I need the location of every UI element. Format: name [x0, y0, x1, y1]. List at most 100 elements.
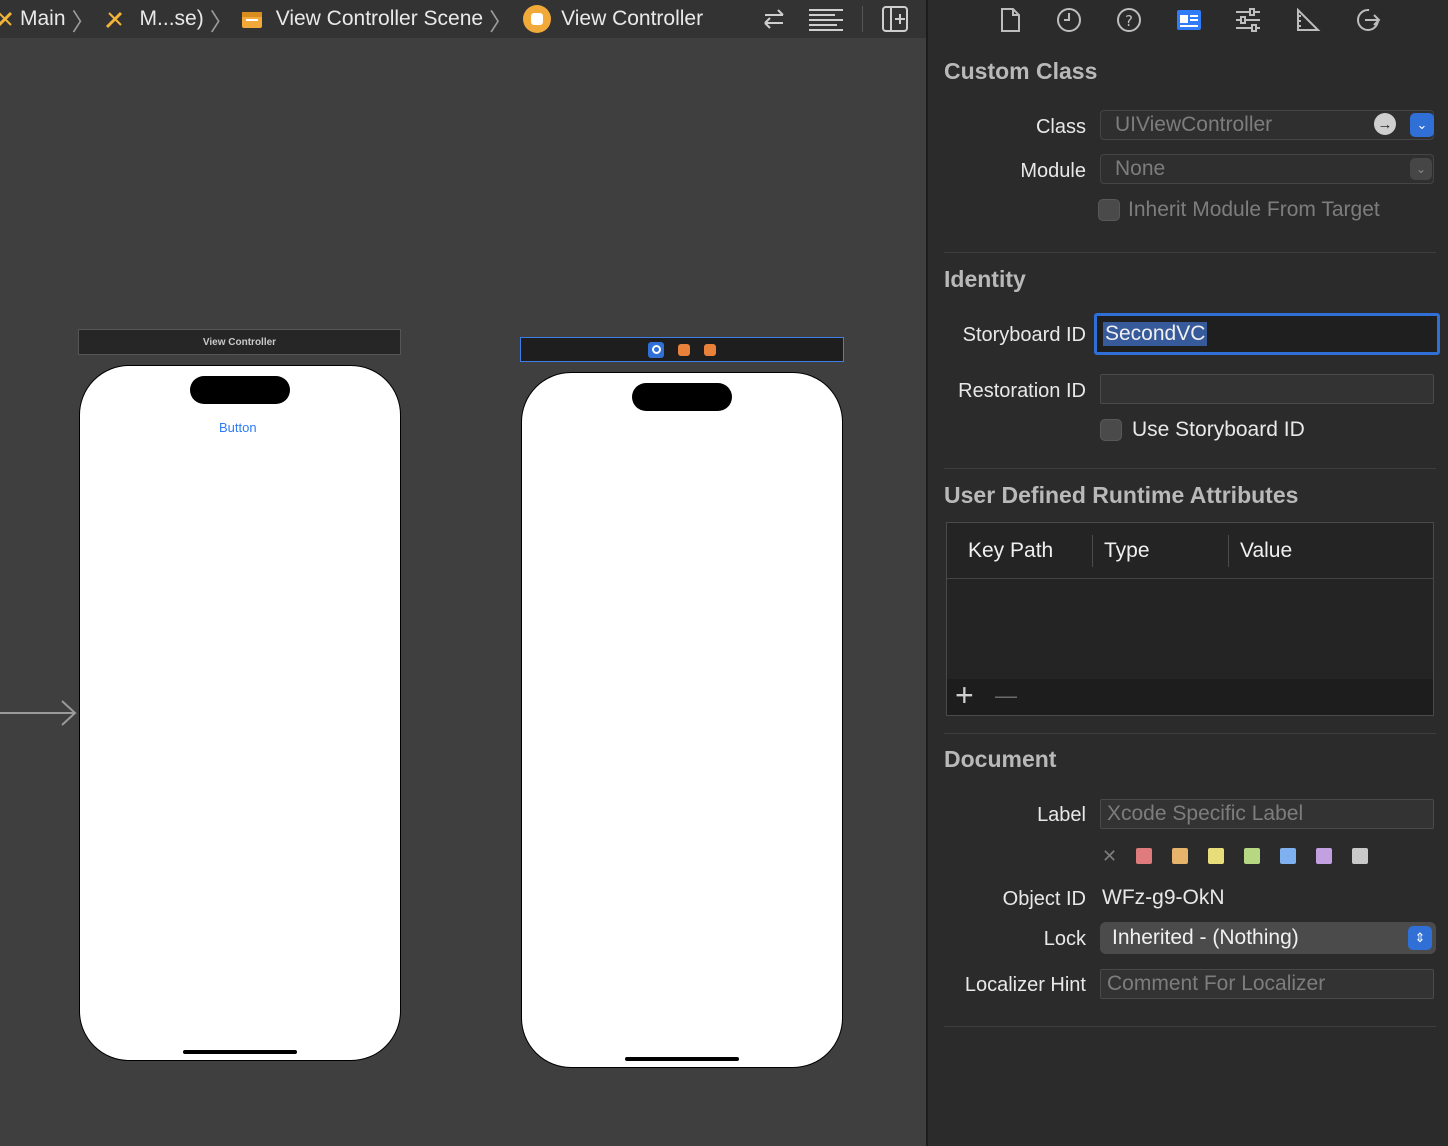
document-header: Document [944, 746, 1057, 772]
localizer-hint-field[interactable]: Comment For Localizer [1100, 969, 1434, 999]
size-inspector-tab[interactable] [1294, 6, 1322, 34]
swap-arrows-icon [764, 9, 784, 29]
xcode-label-field[interactable]: Xcode Specific Label [1100, 799, 1434, 829]
remove-attribute-button[interactable]: — [995, 683, 1017, 709]
module-placeholder: None [1115, 157, 1166, 180]
module-field[interactable]: None [1100, 154, 1434, 184]
entry-point-arrow-icon[interactable] [0, 698, 80, 728]
quick-help-tab[interactable]: ? [1115, 6, 1143, 34]
chevron-right-icon: 〉 [71, 8, 96, 36]
clear-label-color-icon[interactable]: ✕ [1102, 846, 1117, 867]
inspector-tabs: ? [928, 0, 1448, 40]
section-divider [944, 468, 1436, 469]
inherit-module-checkbox[interactable] [1098, 199, 1120, 221]
text-lines-icon [809, 9, 843, 31]
file-inspector-tab[interactable] [996, 6, 1024, 34]
storyboard-file-icon [0, 11, 13, 27]
connections-inspector-tab[interactable] [1354, 6, 1382, 34]
breadcrumb-label: View Controller Scene [275, 7, 484, 30]
add-editor-button[interactable] [880, 4, 910, 34]
document-icon [1001, 8, 1020, 32]
home-indicator [625, 1057, 739, 1061]
dynamic-island [632, 383, 732, 411]
breadcrumb-label: Main [20, 7, 66, 30]
breadcrumb-label: View Controller [561, 7, 704, 30]
attributes-inspector-tab[interactable] [1234, 6, 1262, 34]
identity-inspector-tab[interactable] [1175, 6, 1203, 34]
localizer-hint-label: Localizer Hint [964, 974, 1086, 996]
scene-dock-selected[interactable] [520, 337, 844, 362]
xcode-label-placeholder: Xcode Specific Label [1107, 802, 1304, 825]
module-dropdown-chevron-icon[interactable]: ⌄ [1410, 158, 1432, 180]
identity-inspector: ? Custom Class Class UIViewController → … [926, 0, 1448, 1146]
inherit-module-label: Inherit Module From Target [1128, 198, 1380, 221]
breadcrumb-scene[interactable]: View Controller Scene [236, 0, 487, 38]
localizer-hint-placeholder: Comment For Localizer [1107, 972, 1326, 995]
scene-title-bar[interactable]: View Controller [78, 329, 401, 355]
storyboard-canvas[interactable]: Main 〉 M...se) 〉 View Controller Scene 〉… [0, 0, 926, 1146]
view-controller-scene-1[interactable]: Button [79, 365, 401, 1061]
label-color-yellow[interactable] [1208, 848, 1224, 864]
label-color-red[interactable] [1136, 848, 1152, 864]
lock-popup-button[interactable]: Inherited - (Nothing) [1100, 922, 1436, 954]
lock-value: Inherited - (Nothing) [1112, 926, 1299, 949]
home-indicator [183, 1050, 297, 1054]
swap-arrows-button[interactable] [760, 4, 788, 34]
restoration-id-field[interactable] [1100, 374, 1434, 404]
view-controller-icon[interactable] [648, 341, 664, 358]
column-type[interactable]: Type [1104, 539, 1150, 563]
label-label: Label [1037, 804, 1086, 826]
exit-icon[interactable] [704, 343, 716, 356]
toolbar-divider [862, 6, 863, 32]
go-to-class-arrow-icon[interactable]: → [1374, 113, 1396, 135]
button[interactable]: Button [219, 420, 257, 435]
runtime-attributes-table[interactable]: Key Path Type Value + — [946, 522, 1434, 716]
class-label: Class [1035, 116, 1086, 138]
sliders-icon [1236, 8, 1260, 32]
label-color-purple[interactable] [1316, 848, 1332, 864]
add-attribute-button[interactable]: + [955, 677, 974, 714]
label-color-green[interactable] [1244, 848, 1260, 864]
lock-updown-chevron-icon[interactable]: ⇕ [1408, 926, 1432, 950]
storyboard-file-icon [105, 11, 122, 29]
breadcrumb-main[interactable]: Main [0, 0, 70, 38]
column-divider [1092, 535, 1093, 567]
history-inspector-tab[interactable] [1055, 6, 1083, 34]
class-placeholder: UIViewController [1115, 113, 1273, 136]
split-editor-plus-icon [882, 6, 908, 32]
module-label: Module [1020, 160, 1086, 182]
breadcrumb-main-base[interactable]: M...se) [98, 0, 208, 38]
storyboard-id-field[interactable]: SecondVC [1094, 313, 1440, 355]
runtime-attributes-header: User Defined Runtime Attributes [944, 482, 1299, 508]
ruler-icon [1297, 7, 1321, 31]
label-color-blue[interactable] [1280, 848, 1296, 864]
object-id-value: WFz-g9-OkN [1102, 886, 1225, 909]
label-color-orange[interactable] [1172, 848, 1188, 864]
identity-header: Identity [944, 266, 1026, 292]
storyboard-id-value: SecondVC [1103, 322, 1208, 346]
storyboard-id-label: Storyboard ID [962, 324, 1086, 346]
column-divider [1228, 535, 1229, 567]
breadcrumb-view-controller[interactable]: View Controller [515, 0, 707, 38]
section-divider [944, 252, 1436, 253]
first-responder-icon[interactable] [678, 343, 690, 356]
column-value[interactable]: Value [1240, 539, 1292, 563]
chevron-right-icon: 〉 [209, 8, 234, 36]
view-controller-scene-2[interactable] [521, 372, 843, 1068]
lock-label: Lock [1043, 928, 1086, 950]
section-divider [944, 1026, 1436, 1027]
clock-icon [1057, 8, 1081, 32]
table-header: Key Path Type Value [947, 523, 1433, 579]
object-id-label: Object ID [1002, 888, 1086, 910]
help-icon: ? [1117, 8, 1141, 32]
identity-card-icon [1177, 10, 1201, 30]
editor-options-button[interactable] [806, 4, 846, 34]
column-key-path[interactable]: Key Path [968, 539, 1053, 563]
connection-arrow-icon [1357, 9, 1381, 31]
dynamic-island [190, 376, 290, 404]
jump-bar: Main 〉 M...se) 〉 View Controller Scene 〉… [0, 0, 926, 38]
use-storyboard-id-checkbox[interactable] [1100, 419, 1122, 441]
label-color-gray[interactable] [1352, 848, 1368, 864]
breadcrumb-label: M...se) [139, 7, 204, 30]
class-dropdown-chevron-icon[interactable]: ⌄ [1410, 113, 1434, 137]
